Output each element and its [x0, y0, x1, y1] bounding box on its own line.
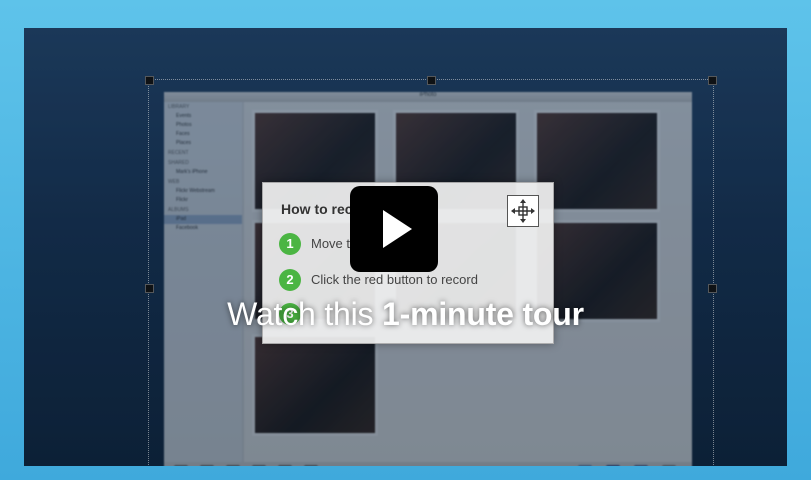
tour-highlight: 1-minute tour	[382, 296, 584, 332]
step-number: 1	[279, 233, 301, 255]
tour-prefix: Watch this	[227, 296, 383, 332]
play-button[interactable]	[350, 186, 438, 272]
step-text: Click the red button to record	[311, 272, 478, 287]
move-icon	[507, 195, 539, 227]
play-icon	[383, 210, 412, 248]
step-number: 2	[279, 269, 301, 291]
tour-caption[interactable]: Watch this 1-minute tour	[0, 296, 811, 333]
